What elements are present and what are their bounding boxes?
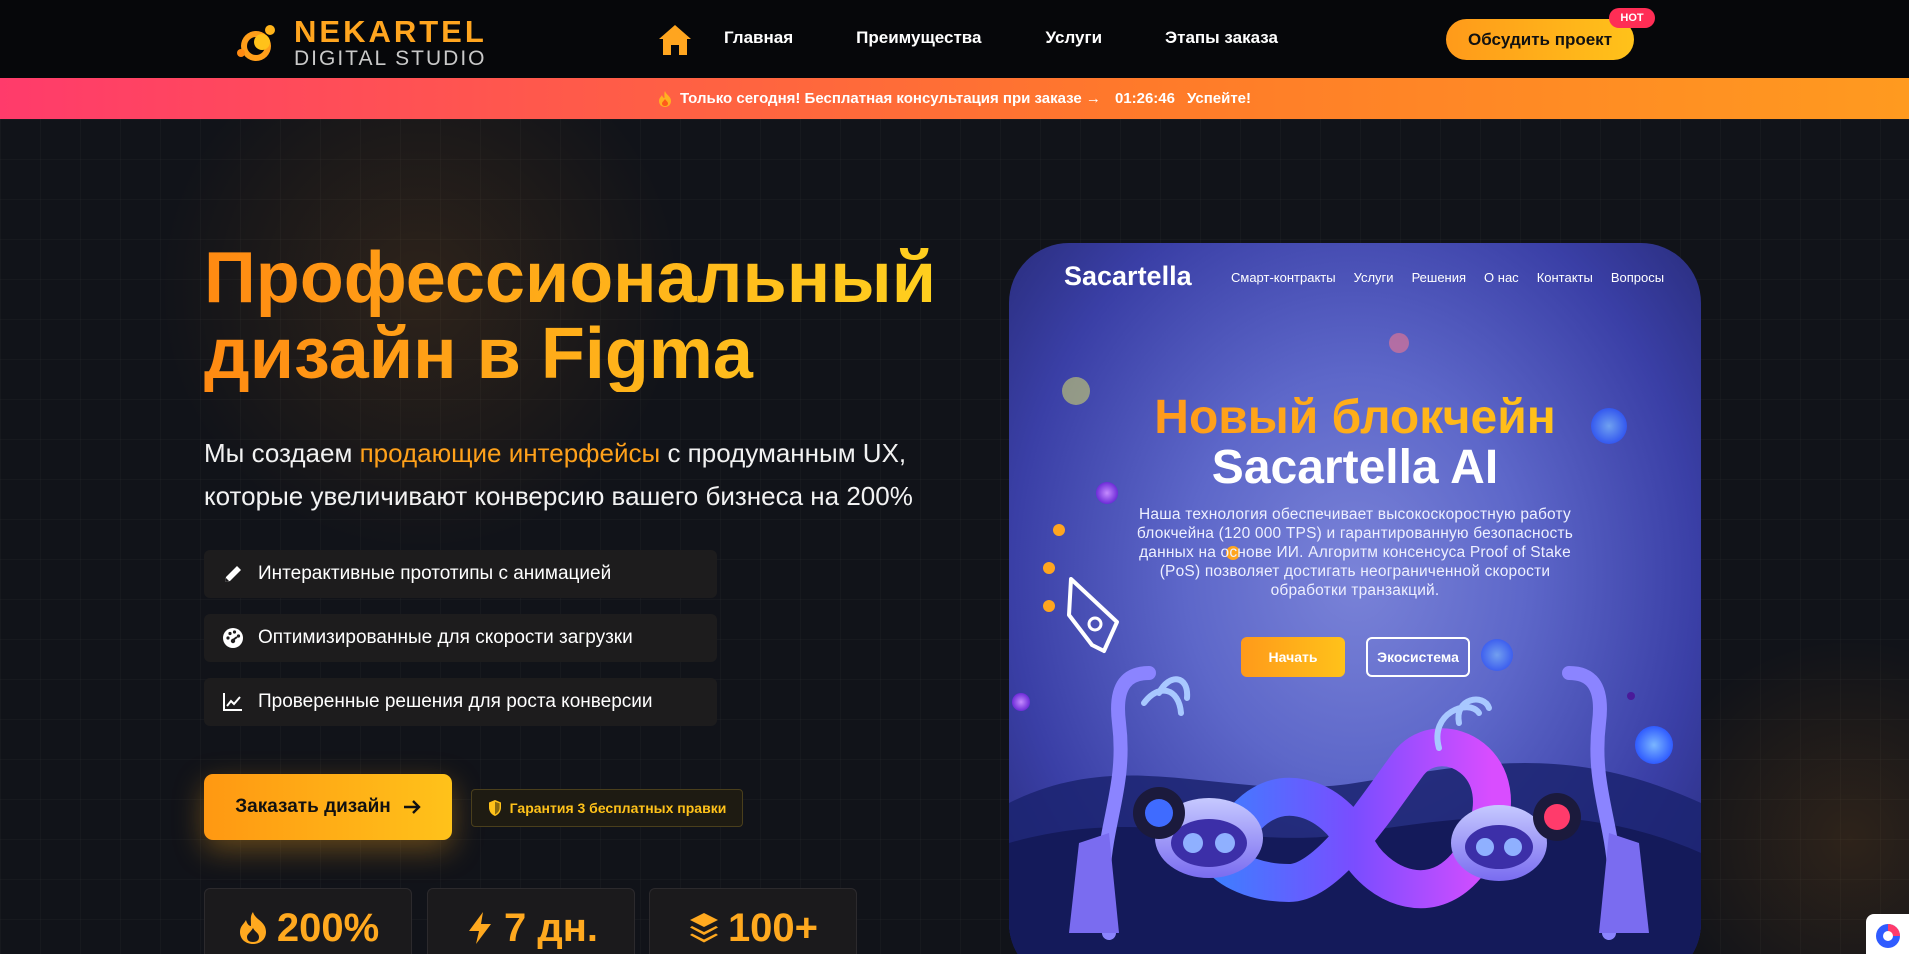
feature-label: Интерактивные прототипы с анимацией [258, 563, 612, 584]
layers-icon [689, 913, 718, 943]
lead-text-start: Мы создаем [204, 438, 360, 468]
hot-badge: HOT [1609, 8, 1655, 28]
stat-value: 7 дн. [503, 905, 599, 950]
fire-icon [658, 90, 671, 107]
promo-bar: Только сегодня! Бесплатная консультация … [0, 78, 1909, 119]
nav-item-home[interactable]: Главная [724, 28, 793, 48]
nav-item-order-steps[interactable]: Этапы заказа [1165, 28, 1278, 48]
mockup-ecosystem-button: Экосистема [1366, 637, 1470, 677]
mockup-heading-line1: Новый блокчейн [1154, 391, 1556, 444]
mockup-heading: Новый блокчейн Sacartella AI [1009, 393, 1701, 493]
hero-title-line2: дизайн в Figma [204, 314, 753, 394]
home-icon[interactable] [657, 22, 693, 58]
nav-item-advantages[interactable]: Преимущества [856, 28, 981, 48]
logo[interactable]: NEKARTEL DIGITAL STUDIO [232, 16, 487, 69]
stat-value: 100+ [727, 905, 819, 950]
promo-hurry: Успейте! [1186, 90, 1252, 107]
main-nav: Главная Преимущества Услуги Этапы заказа [724, 28, 1278, 48]
hero-lead: Мы создаем продающие интерфейсы с продум… [204, 432, 964, 518]
order-button-label: Заказать дизайн [235, 796, 391, 817]
mockup-paragraph: Наша технология обеспечивает высокоскоро… [1136, 506, 1574, 599]
guarantee-text: Гарантия 3 бесплатных правки [509, 800, 727, 816]
nav-item-services[interactable]: Услуги [1046, 28, 1103, 48]
lead-text-end: с продуманным UX, [660, 438, 907, 468]
bolt-icon [468, 912, 491, 944]
order-design-button[interactable]: Заказать дизайн [204, 774, 452, 840]
chart-line-icon [223, 693, 242, 711]
feature-label: Проверенные решения для роста конверсии [258, 691, 653, 712]
fire-icon [239, 912, 266, 944]
mockup-start-button: Начать [1241, 637, 1345, 677]
design-mockup: Sacartella Смарт-контракты Услуги Решени… [1009, 243, 1701, 954]
mockup-nav-item: Решения [1411, 270, 1467, 285]
lead-highlight: продающие интерфейсы [359, 438, 661, 468]
arrow-right-icon [403, 800, 421, 814]
site-header: NEKARTEL DIGITAL STUDIO Главная Преимуще… [0, 0, 1909, 78]
logo-name: NEKARTEL [294, 14, 487, 49]
mockup-nav: Смарт-контракты Услуги Решения О нас Кон… [1231, 270, 1664, 285]
logo-subtitle: DIGITAL STUDIO [294, 47, 487, 70]
chat-widget-icon [1876, 924, 1900, 948]
pencil-icon [225, 566, 241, 582]
hero-title-line1: Профессиональный [204, 238, 936, 318]
countdown-timer: 01:26:46 [1114, 90, 1175, 107]
gauge-icon [223, 628, 243, 648]
chat-widget[interactable] [1866, 914, 1909, 954]
stat-value: 200% [276, 905, 380, 950]
feature-item-conversion: Проверенные решения для роста конверсии [204, 678, 717, 726]
logo-mark-icon [237, 24, 275, 61]
stat-card-days: 7 дн. [427, 888, 635, 954]
feature-item-prototypes: Интерактивные прототипы с анимацией [204, 550, 717, 598]
promo-text: Только сегодня! Бесплатная консультация … [679, 90, 1101, 107]
discuss-project-button[interactable]: Обсудить проект [1446, 19, 1634, 60]
mockup-nav-item: Услуги [1353, 270, 1394, 285]
stat-card-projects: 100+ [649, 888, 857, 954]
shield-icon [488, 800, 501, 816]
hero-title: Профессиональный дизайн в Figma [204, 240, 964, 392]
mockup-nav-item: Вопросы [1610, 270, 1665, 285]
mockup-heading-line2: Sacartella AI [1211, 441, 1499, 494]
feature-label: Оптимизированные для скорости загрузки [258, 627, 633, 648]
guarantee-badge: Гарантия 3 бесплатных правки [471, 789, 743, 827]
stat-card-conversion: 200% [204, 888, 412, 954]
mockup-nav-item: О нас [1484, 270, 1519, 285]
mockup-nav-item: Смарт-контракты [1231, 270, 1336, 285]
lead-line2: которые увеличивают конверсию вашего биз… [204, 481, 913, 511]
feature-item-speed: Оптимизированные для скорости загрузки [204, 614, 717, 662]
mockup-nav-item: Контакты [1536, 270, 1593, 285]
mockup-logo: Sacartella [1064, 261, 1192, 291]
